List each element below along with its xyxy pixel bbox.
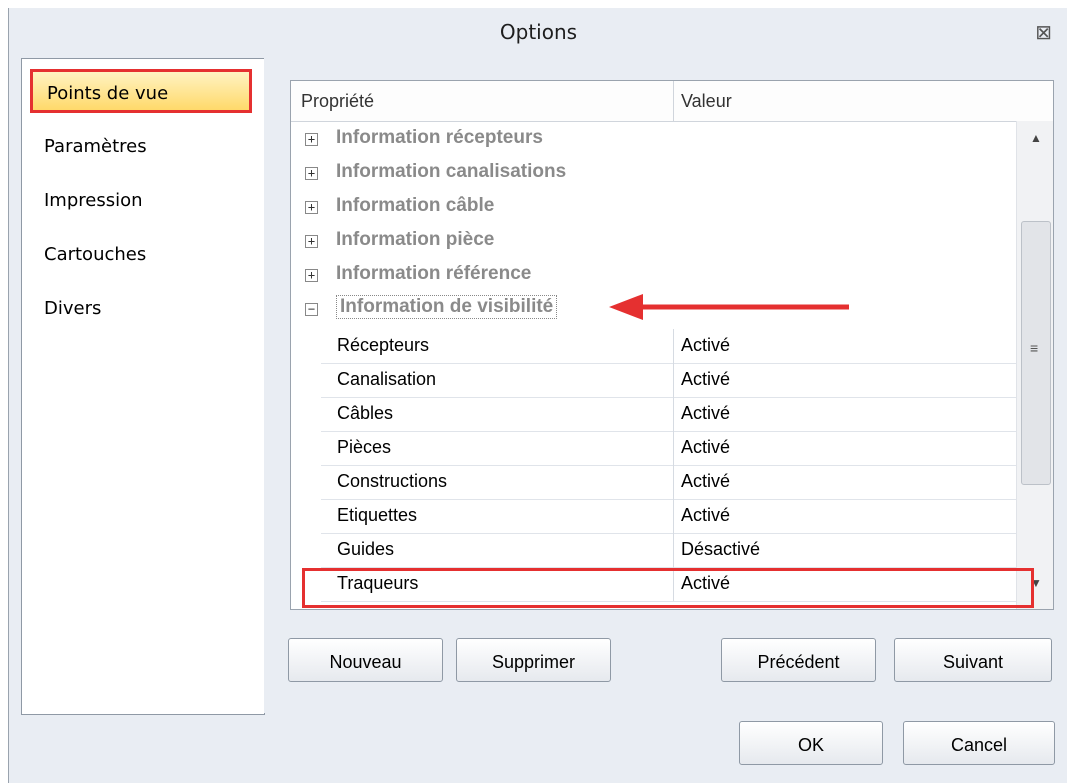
category-label: Information canalisations	[336, 161, 567, 182]
close-icon[interactable]: ⊠	[1035, 20, 1052, 45]
property-value[interactable]: Désactivé	[681, 539, 760, 560]
property-value[interactable]: Activé	[681, 437, 730, 458]
category-label: Information câble	[336, 195, 495, 216]
expand-icon[interactable]: +	[305, 235, 318, 248]
property-value[interactable]: Activé	[681, 335, 730, 356]
property-name: Etiquettes	[337, 505, 418, 525]
property-name: Récepteurs	[337, 335, 430, 355]
property-name: Câbles	[337, 403, 394, 423]
next-button[interactable]: Suivant	[894, 638, 1052, 682]
property-name: Constructions	[337, 471, 448, 491]
category-row[interactable]: + Information référence	[291, 260, 1016, 294]
expand-icon[interactable]: +	[305, 133, 318, 146]
category-label: Information récepteurs	[336, 127, 543, 148]
nav-item-points-de-vue[interactable]: Points de vue	[30, 69, 252, 113]
property-value[interactable]: Activé	[681, 369, 730, 390]
category-label: Information de visibilité	[336, 295, 558, 319]
column-header-value[interactable]: Valeur	[681, 91, 732, 112]
grip-icon: ≡	[1030, 340, 1039, 356]
property-row[interactable]: Etiquettes Activé	[321, 499, 1016, 534]
window-title: Options	[499, 20, 578, 44]
delete-button[interactable]: Supprimer	[456, 638, 611, 682]
new-button[interactable]: Nouveau	[288, 638, 443, 682]
property-row[interactable]: Constructions Activé	[321, 465, 1016, 500]
property-name: Canalisation	[337, 369, 437, 389]
cell-divider	[673, 431, 674, 465]
nav-item-impression[interactable]: Impression	[30, 179, 252, 223]
property-row[interactable]: Guides Désactivé	[321, 533, 1016, 568]
content-panel: Propriété Valeur + Information récepteur…	[264, 58, 1067, 713]
property-row[interactable]: Câbles Activé	[321, 397, 1016, 432]
collapse-icon[interactable]: −	[305, 303, 318, 316]
cell-divider	[673, 499, 674, 533]
category-label: Information référence	[336, 263, 532, 284]
nav-item-parametres[interactable]: Paramètres	[30, 125, 252, 169]
highlight-box-traqueurs	[302, 568, 1034, 608]
title-bar: Options ⊠	[9, 8, 1067, 58]
cell-divider	[673, 363, 674, 397]
ok-button[interactable]: OK	[739, 721, 883, 765]
category-list: Points de vue Paramètres Impression Cart…	[21, 58, 265, 715]
vertical-scrollbar[interactable]: ▲ ≡ ▼	[1016, 121, 1053, 609]
expand-icon[interactable]: +	[305, 201, 318, 214]
category-row[interactable]: + Information pièce	[291, 226, 1016, 260]
scroll-up-icon[interactable]: ▲	[1030, 131, 1042, 145]
property-row[interactable]: Canalisation Activé	[321, 363, 1016, 398]
expand-icon[interactable]: +	[305, 167, 318, 180]
property-value[interactable]: Activé	[681, 403, 730, 424]
category-row[interactable]: + Information câble	[291, 192, 1016, 226]
column-header-property[interactable]: Propriété	[301, 91, 374, 112]
grid-header: Propriété Valeur	[291, 81, 1053, 122]
property-value[interactable]: Activé	[681, 471, 730, 492]
property-value[interactable]: Activé	[681, 505, 730, 526]
scroll-thumb[interactable]: ≡	[1021, 221, 1051, 485]
category-row[interactable]: + Information canalisations	[291, 158, 1016, 192]
previous-button[interactable]: Précédent	[721, 638, 876, 682]
property-row[interactable]: Récepteurs Activé	[321, 329, 1016, 364]
red-arrow-icon	[609, 294, 849, 320]
column-divider[interactable]	[673, 81, 674, 121]
cell-divider	[673, 397, 674, 431]
nav-item-cartouches[interactable]: Cartouches	[30, 233, 252, 277]
category-row[interactable]: + Information récepteurs	[291, 124, 1016, 158]
cell-divider	[673, 533, 674, 567]
property-row[interactable]: Pièces Activé	[321, 431, 1016, 466]
expand-icon[interactable]: +	[305, 269, 318, 282]
cell-divider	[673, 465, 674, 499]
cell-divider	[673, 329, 674, 363]
property-name: Pièces	[337, 437, 392, 457]
cancel-button[interactable]: Cancel	[903, 721, 1055, 765]
category-label: Information pièce	[336, 229, 495, 250]
nav-item-divers[interactable]: Divers	[30, 287, 252, 331]
property-grid: Propriété Valeur + Information récepteur…	[290, 80, 1054, 610]
property-name: Guides	[337, 539, 395, 559]
options-dialog: Options ⊠ Points de vue Paramètres Impre…	[8, 8, 1067, 783]
